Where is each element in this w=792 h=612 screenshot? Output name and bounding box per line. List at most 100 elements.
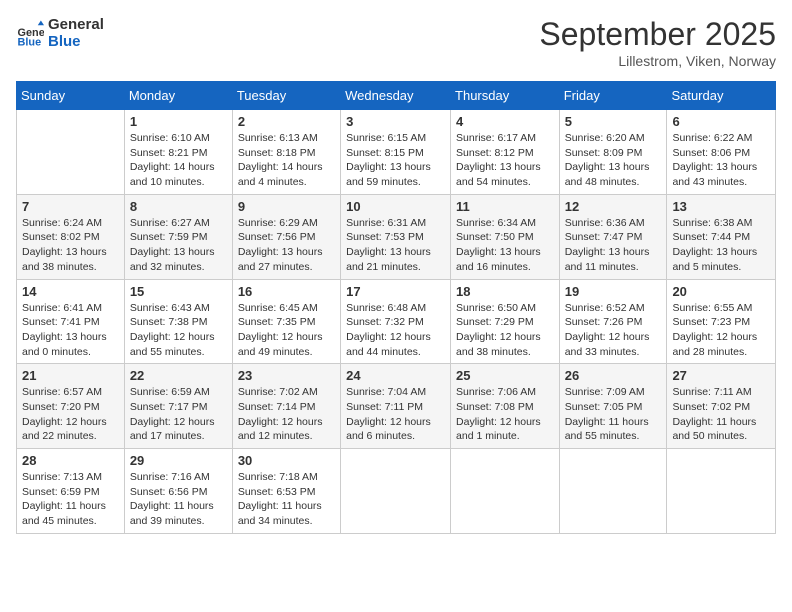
day-number: 1: [130, 114, 227, 129]
day-info: Sunrise: 6:41 AMSunset: 7:41 PMDaylight:…: [22, 301, 119, 360]
day-info: Sunrise: 6:45 AMSunset: 7:35 PMDaylight:…: [238, 301, 335, 360]
week-row-1: 1 Sunrise: 6:10 AMSunset: 8:21 PMDaylight…: [17, 110, 776, 195]
day-info: Sunrise: 6:20 AMSunset: 8:09 PMDaylight:…: [565, 131, 662, 190]
day-number: 17: [346, 284, 445, 299]
day-number: 10: [346, 199, 445, 214]
day-info: Sunrise: 6:31 AMSunset: 7:53 PMDaylight:…: [346, 216, 445, 275]
day-info: Sunrise: 6:24 AMSunset: 8:02 PMDaylight:…: [22, 216, 119, 275]
day-cell: 4Sunrise: 6:17 AMSunset: 8:12 PMDaylight…: [451, 110, 560, 195]
day-number: 13: [672, 199, 770, 214]
day-cell: [667, 449, 776, 534]
day-info: Sunrise: 7:06 AMSunset: 7:08 PMDaylight:…: [456, 385, 554, 444]
page-header: General Blue General Blue September 2025…: [16, 16, 776, 69]
day-number: 29: [130, 453, 227, 468]
day-number: 2: [238, 114, 335, 129]
day-info: Sunrise: 6:55 AMSunset: 7:23 PMDaylight:…: [672, 301, 770, 360]
day-info: Sunrise: 6:59 AMSunset: 7:17 PMDaylight:…: [130, 385, 227, 444]
day-number: 9: [238, 199, 335, 214]
day-cell: 18 Sunrise: 6:50 AMSunset: 7:29 PMDayligh…: [451, 279, 560, 364]
day-number: 26: [565, 368, 662, 383]
day-number: 28: [22, 453, 119, 468]
day-info: Sunrise: 6:43 AMSunset: 7:38 PMDaylight:…: [130, 301, 227, 360]
title-block: September 2025 Lillestrom, Viken, Norway: [539, 16, 776, 69]
day-info: Sunrise: 6:52 AMSunset: 7:26 PMDaylight:…: [565, 301, 662, 360]
day-info: Sunrise: 6:50 AMSunset: 7:29 PMDaylight:…: [456, 301, 554, 360]
day-cell: 26 Sunrise: 7:09 AMSunset: 7:05 PMDayligh…: [559, 364, 667, 449]
day-info: Sunrise: 6:10 AMSunset: 8:21 PMDaylight:…: [130, 131, 227, 190]
day-cell: 9Sunrise: 6:29 AMSunset: 7:56 PMDaylight…: [232, 194, 340, 279]
day-cell: 16 Sunrise: 6:45 AMSunset: 7:35 PMDayligh…: [232, 279, 340, 364]
day-number: 4: [456, 114, 554, 129]
day-info: Sunrise: 6:27 AMSunset: 7:59 PMDaylight:…: [130, 216, 227, 275]
day-number: 14: [22, 284, 119, 299]
day-cell: 12 Sunrise: 6:36 AMSunset: 7:47 PMDayligh…: [559, 194, 667, 279]
day-info: Sunrise: 6:34 AMSunset: 7:50 PMDaylight:…: [456, 216, 554, 275]
day-number: 19: [565, 284, 662, 299]
day-cell: 27 Sunrise: 7:11 AMSunset: 7:02 PMDayligh…: [667, 364, 776, 449]
day-number: 8: [130, 199, 227, 214]
week-row-5: 28 Sunrise: 7:13 AMSunset: 6:59 PMDayligh…: [17, 449, 776, 534]
location-subtitle: Lillestrom, Viken, Norway: [539, 53, 776, 69]
col-header-saturday: Saturday: [667, 82, 776, 110]
day-cell: 21Sunrise: 6:57 AMSunset: 7:20 PMDayligh…: [17, 364, 125, 449]
week-row-4: 21Sunrise: 6:57 AMSunset: 7:20 PMDayligh…: [17, 364, 776, 449]
day-cell: [559, 449, 667, 534]
day-info: Sunrise: 7:11 AMSunset: 7:02 PMDaylight:…: [672, 385, 770, 444]
day-cell: [451, 449, 560, 534]
day-cell: 14 Sunrise: 6:41 AMSunset: 7:41 PMDayligh…: [17, 279, 125, 364]
day-cell: 8 Sunrise: 6:27 AMSunset: 7:59 PMDaylight…: [124, 194, 232, 279]
day-cell: 5 Sunrise: 6:20 AMSunset: 8:09 PMDaylight…: [559, 110, 667, 195]
day-cell: 7 Sunrise: 6:24 AMSunset: 8:02 PMDaylight…: [17, 194, 125, 279]
week-row-3: 14 Sunrise: 6:41 AMSunset: 7:41 PMDayligh…: [17, 279, 776, 364]
day-info: Sunrise: 6:22 AMSunset: 8:06 PMDaylight:…: [672, 131, 770, 190]
calendar-table: SundayMondayTuesdayWednesdayThursdayFrid…: [16, 81, 776, 534]
col-header-sunday: Sunday: [17, 82, 125, 110]
logo-blue: Blue: [48, 33, 104, 50]
day-number: 12: [565, 199, 662, 214]
week-row-2: 7 Sunrise: 6:24 AMSunset: 8:02 PMDaylight…: [17, 194, 776, 279]
day-cell: [341, 449, 451, 534]
col-header-thursday: Thursday: [451, 82, 560, 110]
day-number: 6: [672, 114, 770, 129]
day-cell: 20Sunrise: 6:55 AMSunset: 7:23 PMDayligh…: [667, 279, 776, 364]
day-info: Sunrise: 6:13 AMSunset: 8:18 PMDaylight:…: [238, 131, 335, 190]
day-cell: 25 Sunrise: 7:06 AMSunset: 7:08 PMDayligh…: [451, 364, 560, 449]
day-info: Sunrise: 7:16 AMSunset: 6:56 PMDaylight:…: [130, 470, 227, 529]
day-number: 25: [456, 368, 554, 383]
col-header-wednesday: Wednesday: [341, 82, 451, 110]
day-number: 11: [456, 199, 554, 214]
col-header-friday: Friday: [559, 82, 667, 110]
day-number: 18: [456, 284, 554, 299]
day-number: 3: [346, 114, 445, 129]
day-cell: 28 Sunrise: 7:13 AMSunset: 6:59 PMDayligh…: [17, 449, 125, 534]
day-number: 5: [565, 114, 662, 129]
day-info: Sunrise: 7:09 AMSunset: 7:05 PMDaylight:…: [565, 385, 662, 444]
day-cell: 19 Sunrise: 6:52 AMSunset: 7:26 PMDayligh…: [559, 279, 667, 364]
day-info: Sunrise: 6:57 AMSunset: 7:20 PMDaylight:…: [22, 385, 119, 444]
month-title: September 2025: [539, 16, 776, 53]
day-number: 24: [346, 368, 445, 383]
day-number: 7: [22, 199, 119, 214]
day-cell: 1 Sunrise: 6:10 AMSunset: 8:21 PMDaylight…: [124, 110, 232, 195]
day-info: Sunrise: 7:13 AMSunset: 6:59 PMDaylight:…: [22, 470, 119, 529]
day-cell: 11 Sunrise: 6:34 AMSunset: 7:50 PMDayligh…: [451, 194, 560, 279]
day-number: 16: [238, 284, 335, 299]
day-info: Sunrise: 6:38 AMSunset: 7:44 PMDaylight:…: [672, 216, 770, 275]
day-number: 15: [130, 284, 227, 299]
svg-text:Blue: Blue: [18, 36, 42, 47]
col-header-monday: Monday: [124, 82, 232, 110]
day-cell: 29 Sunrise: 7:16 AMSunset: 6:56 PMDayligh…: [124, 449, 232, 534]
day-number: 27: [672, 368, 770, 383]
day-number: 30: [238, 453, 335, 468]
day-info: Sunrise: 6:15 AMSunset: 8:15 PMDaylight:…: [346, 131, 445, 190]
day-info: Sunrise: 6:36 AMSunset: 7:47 PMDaylight:…: [565, 216, 662, 275]
logo: General Blue General Blue: [16, 16, 104, 50]
day-cell: 3 Sunrise: 6:15 AMSunset: 8:15 PMDaylight…: [341, 110, 451, 195]
day-cell: 23Sunrise: 7:02 AMSunset: 7:14 PMDayligh…: [232, 364, 340, 449]
day-cell: 15 Sunrise: 6:43 AMSunset: 7:38 PMDayligh…: [124, 279, 232, 364]
day-info: Sunrise: 7:18 AMSunset: 6:53 PMDaylight:…: [238, 470, 335, 529]
day-cell: 6 Sunrise: 6:22 AMSunset: 8:06 PMDaylight…: [667, 110, 776, 195]
header-row: SundayMondayTuesdayWednesdayThursdayFrid…: [17, 82, 776, 110]
day-info: Sunrise: 7:04 AMSunset: 7:11 PMDaylight:…: [346, 385, 445, 444]
day-cell: 30 Sunrise: 7:18 AMSunset: 6:53 PMDayligh…: [232, 449, 340, 534]
